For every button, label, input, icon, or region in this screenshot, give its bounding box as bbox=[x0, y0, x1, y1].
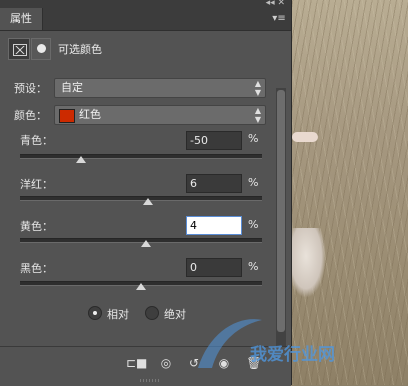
magenta-value-input[interactable]: 6 bbox=[186, 174, 242, 193]
panel-tab-bar: 属性 ▾≡ bbox=[0, 8, 291, 31]
dropdown-arrows-icon: ▲ ▼ bbox=[254, 79, 261, 97]
adjustment-title: 可选颜色 bbox=[58, 43, 102, 56]
colors-label: 颜色： bbox=[14, 109, 47, 122]
view-previous-state-icon[interactable]: ◎ bbox=[156, 355, 176, 371]
colors-value: 红色 bbox=[79, 108, 101, 121]
panel-scrollbar[interactable] bbox=[276, 88, 286, 346]
preset-label: 预设： bbox=[14, 82, 47, 95]
magenta-slider-track[interactable] bbox=[20, 196, 262, 201]
absolute-radio[interactable] bbox=[145, 306, 159, 320]
trash-icon[interactable]: 🗑 bbox=[244, 355, 264, 371]
black-label: 黑色： bbox=[20, 262, 53, 275]
relative-radio[interactable] bbox=[88, 306, 102, 320]
black-unit: % bbox=[248, 260, 259, 273]
preset-dropdown[interactable]: 自定 ▲ ▼ bbox=[54, 78, 266, 98]
panel-top-strip: ◂◂ ✕ bbox=[0, 0, 291, 8]
resize-grip[interactable] bbox=[140, 379, 160, 382]
cyan-value-input[interactable]: -50 bbox=[186, 131, 242, 150]
properties-panel: ◂◂ ✕ 属性 ▾≡ 可选颜色 预设： 自定 ▲ ▼ 颜色： 红色 ▲ ▼ 青色： … bbox=[0, 0, 292, 386]
clip-to-layer-icon[interactable]: ⊏■ bbox=[126, 355, 147, 371]
cyan-label: 青色： bbox=[20, 134, 53, 147]
absolute-label: 绝对 bbox=[164, 308, 186, 321]
yellow-unit: % bbox=[248, 218, 259, 231]
panel-footer: ⊏■ ◎ ↺ ◉ 🗑 bbox=[0, 346, 291, 386]
panel-menu-icon[interactable]: ▾≡ bbox=[271, 12, 287, 26]
black-slider-thumb[interactable] bbox=[136, 283, 146, 290]
color-swatch bbox=[59, 109, 75, 123]
tab-properties[interactable]: 属性 bbox=[0, 8, 43, 30]
magenta-unit: % bbox=[248, 176, 259, 189]
collapse-arrows-icon[interactable]: ◂◂ ✕ bbox=[266, 0, 285, 8]
dropdown-arrows-icon: ▲ ▼ bbox=[254, 106, 261, 124]
magenta-slider-thumb[interactable] bbox=[143, 198, 154, 205]
adjustment-mask-icon[interactable] bbox=[8, 38, 30, 60]
relative-label: 相对 bbox=[107, 308, 129, 321]
scrollbar-thumb[interactable] bbox=[277, 90, 285, 332]
preset-value: 自定 bbox=[61, 81, 83, 94]
colors-dropdown[interactable]: 红色 ▲ ▼ bbox=[54, 105, 266, 125]
layer-mask-icon[interactable] bbox=[31, 38, 51, 60]
yellow-slider-thumb[interactable] bbox=[140, 240, 151, 247]
magenta-label: 洋红： bbox=[20, 178, 53, 191]
cyan-unit: % bbox=[248, 132, 259, 145]
reset-icon[interactable]: ↺ bbox=[184, 355, 204, 371]
cyan-slider-thumb[interactable] bbox=[75, 156, 86, 163]
visibility-eye-icon[interactable]: ◉ bbox=[214, 355, 234, 371]
background-figure-hand bbox=[292, 132, 318, 142]
black-value-input[interactable]: 0 bbox=[186, 258, 242, 277]
cyan-slider-track[interactable] bbox=[20, 154, 262, 159]
yellow-label: 黄色： bbox=[20, 220, 53, 233]
background-figure bbox=[286, 228, 326, 298]
yellow-value-input[interactable]: 4 bbox=[186, 216, 242, 235]
